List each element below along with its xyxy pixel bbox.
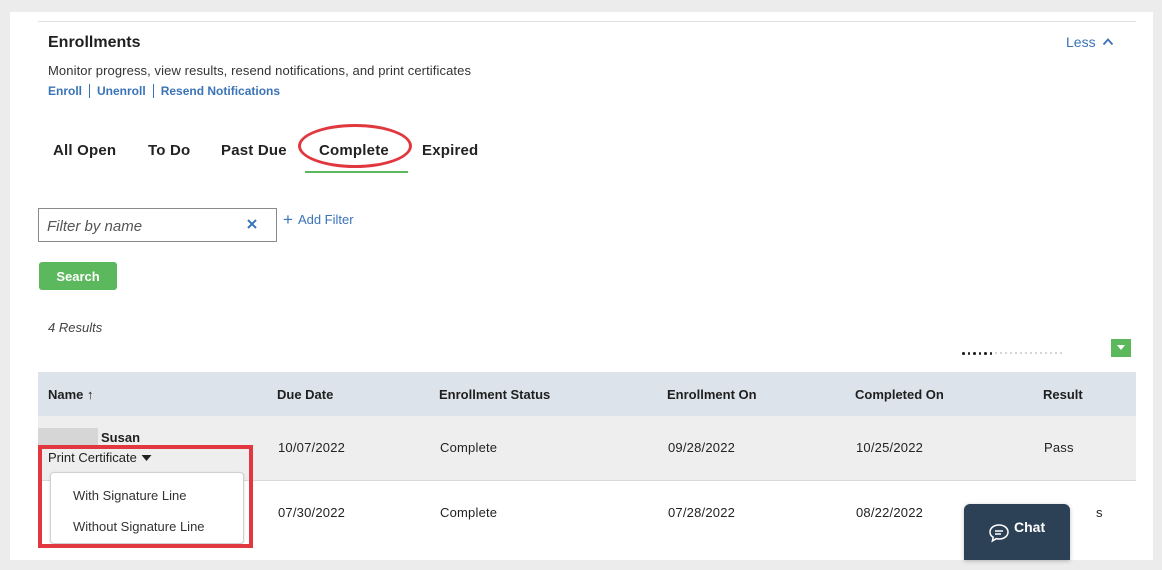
chat-label: Chat — [1014, 519, 1046, 535]
enrollments-card: Enrollments Less Monitor progress, view … — [10, 12, 1153, 560]
section-title: Enrollments — [48, 34, 141, 51]
result-cell: s — [1096, 505, 1103, 520]
add-filter-label: Add Filter — [297, 212, 354, 227]
tab-past-due[interactable]: Past Due — [221, 142, 287, 159]
chat-button[interactable]: Chat — [964, 504, 1070, 560]
add-filter-link[interactable]: + Add Filter — [283, 209, 354, 229]
search-button[interactable]: Search — [39, 262, 117, 290]
result-cell: Pass — [1044, 440, 1074, 455]
status-cell: Complete — [440, 440, 498, 455]
column-menu-button[interactable] — [1111, 339, 1131, 357]
highlight-box — [38, 445, 253, 548]
resend-notifications-link[interactable]: Resend Notifications — [161, 84, 280, 98]
completed-on-cell: 08/22/2022 — [856, 505, 924, 520]
link-separator — [152, 84, 154, 98]
unenroll-link[interactable]: Unenroll — [97, 84, 146, 98]
plus-icon: + — [283, 209, 293, 229]
section-subtitle: Monitor progress, view results, resend n… — [48, 63, 472, 78]
table-header: Name ↑ Due Date Enrollment Status Enroll… — [38, 372, 1136, 416]
due-date-cell: 07/30/2022 — [278, 505, 346, 520]
redacted-name — [38, 428, 98, 446]
header-name[interactable]: Name ↑ — [48, 387, 94, 402]
completed-on-cell: 10/25/2022 — [856, 440, 924, 455]
close-icon[interactable] — [245, 217, 259, 231]
enroll-link[interactable]: Enroll — [48, 84, 82, 98]
enrollment-on-cell: 09/28/2022 — [668, 440, 736, 455]
tab-to-do[interactable]: To Do — [148, 142, 190, 159]
enrollment-on-cell: 07/28/2022 — [668, 505, 736, 520]
action-links: Enroll Unenroll Resend Notifications — [48, 84, 280, 98]
header-completed-on[interactable]: Completed On — [855, 387, 944, 402]
collapse-toggle[interactable]: Less — [1066, 34, 1114, 50]
less-label: Less — [1066, 34, 1096, 50]
filter-box — [38, 208, 277, 242]
chat-bubble-icon — [989, 524, 1009, 543]
learner-name[interactable]: Susan — [101, 430, 140, 445]
header-enrollment-status[interactable]: Enrollment Status — [439, 387, 550, 402]
column-scroll-indicator[interactable] — [962, 352, 1062, 355]
filter-by-name-input[interactable] — [45, 215, 239, 237]
results-count: 4 Results — [48, 320, 103, 335]
top-divider — [38, 21, 1136, 22]
tab-expired[interactable]: Expired — [422, 142, 478, 159]
highlight-circle — [298, 124, 412, 168]
header-due-date[interactable]: Due Date — [277, 387, 333, 402]
tab-all-open[interactable]: All Open — [53, 142, 116, 159]
header-enrollment-on[interactable]: Enrollment On — [667, 387, 757, 402]
due-date-cell: 10/07/2022 — [278, 440, 346, 455]
status-cell: Complete — [440, 505, 498, 520]
active-tab-underline — [305, 171, 408, 173]
link-separator — [89, 84, 91, 98]
caret-down-icon — [1117, 345, 1125, 350]
header-result[interactable]: Result — [1043, 387, 1083, 402]
chevron-up-icon — [1102, 38, 1113, 46]
